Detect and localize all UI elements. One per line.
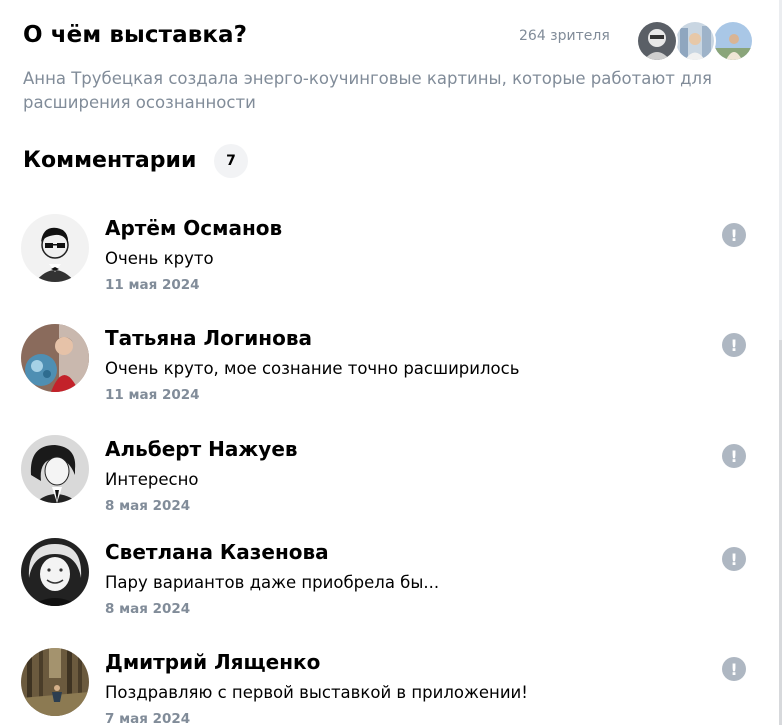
viewer-avatar <box>674 20 716 62</box>
exhibition-description: Анна Трубецкая создала энерго-коучинговы… <box>23 69 712 112</box>
report-icon[interactable]: ! <box>722 444 746 468</box>
comment-date: 11 мая 2024 <box>105 277 200 293</box>
comment-date: 8 мая 2024 <box>105 601 191 617</box>
comment-date: 11 мая 2024 <box>105 387 200 403</box>
comment-text: Поздравляю с первой выставкой в приложен… <box>105 683 528 702</box>
viewer-avatar <box>712 20 754 62</box>
viewer-avatar <box>636 20 678 62</box>
viewers-count[interactable]: 264 зрителя <box>519 28 610 44</box>
comment-item: Дмитрий Лященко Поздравляю с первой выст… <box>21 648 761 725</box>
report-icon[interactable]: ! <box>722 657 746 681</box>
report-icon[interactable]: ! <box>722 547 746 571</box>
avatar[interactable] <box>21 324 89 392</box>
comment-text: Очень круто <box>105 249 214 268</box>
comment-item: Светлана Казенова Пару вариантов даже пр… <box>21 538 761 638</box>
page-title: О чём выставка? <box>23 22 248 48</box>
comment-author[interactable]: Артём Османов <box>105 216 282 240</box>
report-icon[interactable]: ! <box>722 223 746 247</box>
comment-author[interactable]: Дмитрий Лященко <box>105 650 320 674</box>
avatar[interactable] <box>21 435 89 503</box>
comments-title: Комментарии <box>23 148 197 173</box>
header: О чём выставка? 264 зрителя <box>23 20 759 62</box>
comment-item: Альберт Нажуев Интересно 8 мая 2024 ! <box>21 435 761 535</box>
comments-count-badge: 7 <box>214 144 248 178</box>
comment-text: Пару вариантов даже приобрела бы... <box>105 573 440 592</box>
comment-item: Татьяна Логинова Очень круто, мое сознан… <box>21 324 761 424</box>
avatar[interactable] <box>21 214 89 282</box>
report-icon[interactable]: ! <box>722 333 746 357</box>
comment-author[interactable]: Альберт Нажуев <box>105 437 298 461</box>
comment-text: Очень круто, мое сознание точно расширил… <box>105 359 520 378</box>
comment-date: 8 мая 2024 <box>105 498 191 514</box>
comment-text: Интересно <box>105 470 199 489</box>
viewer-avatars[interactable] <box>636 20 756 62</box>
comment-date: 7 мая 2024 <box>105 711 191 725</box>
comment-author[interactable]: Светлана Казенова <box>105 540 329 564</box>
avatar[interactable] <box>21 648 89 716</box>
comment-item: Артём Османов Очень круто 11 мая 2024 ! <box>21 214 761 314</box>
exhibition-page: О чём выставка? 264 зрителя Анна Трубецк… <box>0 0 782 725</box>
avatar[interactable] <box>21 538 89 606</box>
comment-author[interactable]: Татьяна Логинова <box>105 326 312 350</box>
